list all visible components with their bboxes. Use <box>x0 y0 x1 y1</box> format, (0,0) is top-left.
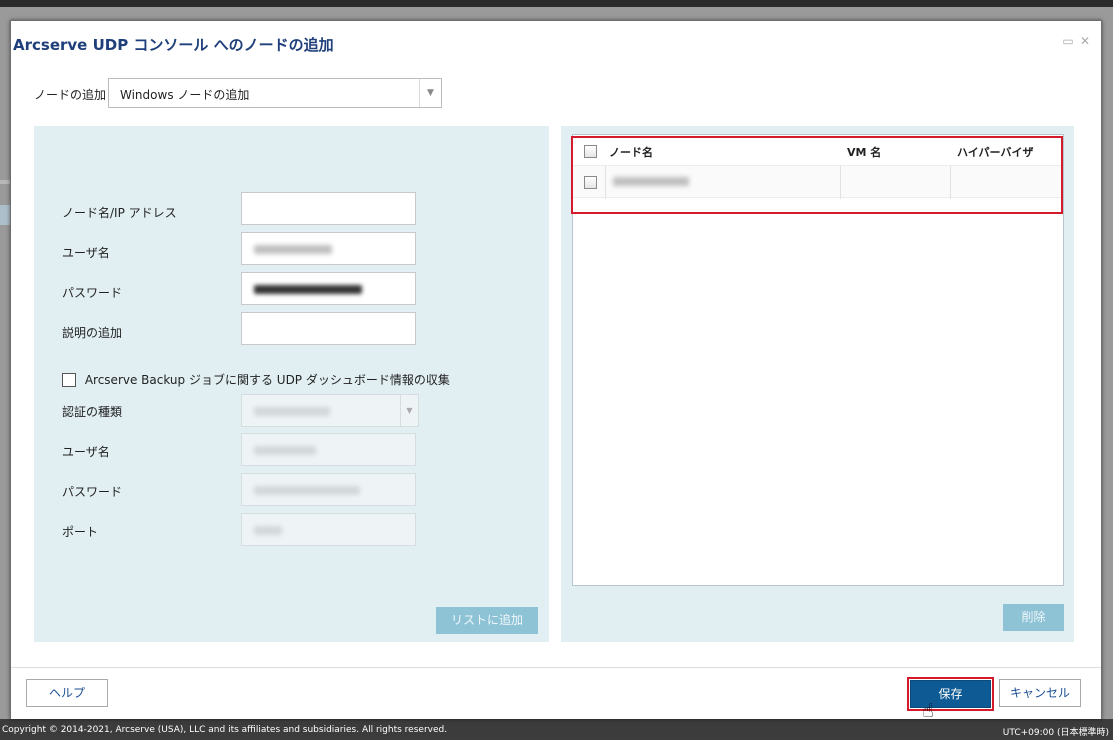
add-node-label: ノードの追加 <box>34 88 107 102</box>
username-input[interactable] <box>241 232 416 265</box>
node-list-grid: ノード名 VM 名 ハイパーバイザ <box>572 134 1064 586</box>
node-name-label: ノード名/IP アドレス <box>62 206 177 220</box>
restore-icon[interactable]: ▭ <box>1062 35 1074 47</box>
close-icon[interactable]: ✕ <box>1079 35 1091 47</box>
backup-password-label: パスワード <box>62 485 123 499</box>
username-label: ユーザ名 <box>62 246 110 260</box>
node-list-panel: ノード名 VM 名 ハイパーバイザ 削除 <box>561 126 1074 642</box>
redacted-backup-username <box>254 446 316 455</box>
add-node-dialog: Arcserve UDP コンソール へのノードの追加 ▭ ✕ ノードの追加 W… <box>10 20 1102 719</box>
column-divider <box>840 166 841 199</box>
add-node-type-value: Windows ノードの追加 <box>120 88 250 102</box>
top-bar <box>0 0 1113 7</box>
background-stripe <box>0 205 10 225</box>
grid-header: ノード名 VM 名 ハイパーバイザ <box>573 135 1063 165</box>
save-highlight-box <box>907 677 994 711</box>
status-footer: Copyright © 2014-2021, Arcserve (USA), L… <box>0 719 1113 740</box>
password-input[interactable] <box>241 272 416 305</box>
title-icons: ▭ ✕ <box>1062 35 1091 47</box>
timezone-text: UTC+09:00 (日本標準時) <box>1002 728 1109 738</box>
copyright-text: Copyright © 2014-2021, Arcserve (USA), L… <box>2 725 448 735</box>
add-to-list-button[interactable]: リストに追加 <box>436 607 538 634</box>
select-all-checkbox[interactable] <box>584 145 597 158</box>
table-row[interactable] <box>573 165 1063 199</box>
delete-button[interactable]: 削除 <box>1003 604 1064 631</box>
backup-password-input[interactable] <box>241 473 416 506</box>
port-input[interactable] <box>241 513 416 546</box>
redacted-port <box>254 526 282 535</box>
collect-dashboard-checkbox[interactable] <box>62 372 76 387</box>
node-entry-panel: ノード名/IP アドレス ユーザ名 パスワード 説明の追加 Arcserve B… <box>34 126 549 642</box>
collect-dashboard-row[interactable]: Arcserve Backup ジョブに関する UDP ダッシュボード情報の収集 <box>62 371 450 388</box>
node-name-input[interactable] <box>241 192 416 225</box>
description-input[interactable] <box>241 312 416 345</box>
masked-password <box>254 285 362 294</box>
redacted-node-name <box>613 177 689 186</box>
password-label: パスワード <box>62 286 123 300</box>
dialog-title: Arcserve UDP コンソール へのノードの追加 <box>13 36 334 54</box>
port-label: ポート <box>62 525 99 539</box>
redacted-auth-type <box>254 407 330 416</box>
description-label: 説明の追加 <box>62 326 123 340</box>
background-stripe <box>0 180 10 184</box>
hand-cursor-icon: ☝ <box>922 700 934 722</box>
chevron-down-icon[interactable]: ▼ <box>400 395 418 426</box>
redacted-backup-password <box>254 486 360 495</box>
help-button[interactable]: ヘルプ <box>26 679 108 707</box>
chevron-down-icon[interactable]: ▼ <box>419 79 441 107</box>
row-checkbox[interactable] <box>584 176 597 189</box>
auth-type-label: 認証の種類 <box>62 405 123 419</box>
backup-username-label: ユーザ名 <box>62 445 110 459</box>
collect-dashboard-label: Arcserve Backup ジョブに関する UDP ダッシュボード情報の収集 <box>84 373 450 387</box>
dialog-footer: ヘルプ 保存 キャンセル <box>11 667 1101 719</box>
auth-type-select[interactable]: ▼ <box>241 394 419 427</box>
add-node-type-select[interactable]: Windows ノードの追加 ▼ <box>108 78 442 108</box>
backup-username-input[interactable] <box>241 433 416 466</box>
column-divider <box>605 166 606 199</box>
cancel-button[interactable]: キャンセル <box>999 679 1081 707</box>
redacted-username <box>254 245 332 254</box>
column-divider <box>950 166 951 199</box>
